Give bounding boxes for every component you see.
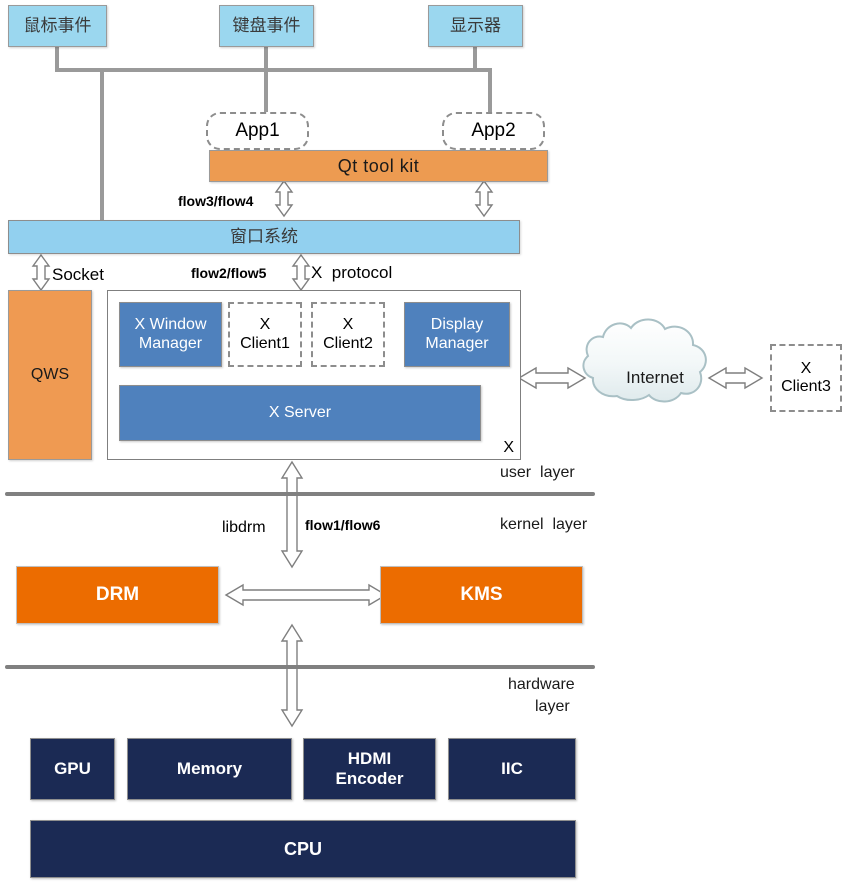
hardware-block-memory[interactable]: Memory <box>127 738 292 800</box>
internet-label-wrap: Internet <box>605 362 705 394</box>
hardware-block-hdmi-encoder[interactable]: HDMI Encoder <box>303 738 436 800</box>
x-window-manager-label-line2: Manager <box>138 334 203 352</box>
x-protocol-label: X protocol <box>311 263 393 282</box>
hardware-hdmi-label-line1: HDMI <box>347 749 392 769</box>
hardware-memory-label-line1: Memory <box>176 759 243 779</box>
internet-label: Internet <box>626 368 684 388</box>
arrow-internet-to-client3 <box>707 366 764 390</box>
hardware-iic-label-line1: IIC <box>501 759 523 779</box>
separator-kernel-hardware <box>5 665 595 669</box>
window-system-label: 窗口系统 <box>230 227 298 247</box>
drm-label: DRM <box>95 584 140 606</box>
x-server-box[interactable]: X Server <box>119 385 481 441</box>
drm-box[interactable]: DRM <box>16 566 219 624</box>
display-monitor-box[interactable]: 显示器 <box>428 5 523 47</box>
arrow-drm-to-kms <box>224 583 388 607</box>
x-client3-label-line2: Client3 <box>781 378 831 395</box>
x-window-manager-label-line1: X Window <box>134 316 207 334</box>
hardware-layer-label-line1: hardware <box>508 676 575 693</box>
diagram-canvas: 鼠标事件 键盘事件 显示器 App1 App2 Qt tool kit 窗口系统… <box>0 0 851 885</box>
kernel-layer-label: kernel layer <box>500 516 588 533</box>
flow1-flow6-label: flow1/flow6 <box>305 517 381 533</box>
user-layer-label: user layer <box>500 464 575 481</box>
hardware-block-iic[interactable]: IIC <box>448 738 576 800</box>
arrow-libdrm <box>280 460 304 569</box>
window-system-box[interactable]: 窗口系统 <box>8 220 520 254</box>
arrow-xbox-to-internet <box>517 366 587 390</box>
x-client1-label-line1: X <box>259 316 271 334</box>
kms-box[interactable]: KMS <box>380 566 583 624</box>
x-client3-box[interactable]: X Client3 <box>770 344 842 412</box>
x-client1-box[interactable]: X Client1 <box>228 302 302 367</box>
display-manager-box[interactable]: Display Manager <box>404 302 510 367</box>
hardware-gpu-label-line1: GPU <box>54 759 91 779</box>
flow3-flow4-label: flow3/flow4 <box>178 193 254 209</box>
qws-label: QWS <box>30 365 70 383</box>
hardware-cpu-label: CPU <box>283 838 322 859</box>
libdrm-label: libdrm <box>222 519 266 536</box>
x-client2-label-line1: X <box>342 316 354 334</box>
x-client1-label-line2: Client1 <box>240 334 290 352</box>
x-server-label: X Server <box>268 403 332 421</box>
arrow-qt-to-windowsystem-right <box>474 179 494 218</box>
qt-toolkit-box[interactable]: Qt tool kit <box>209 150 548 182</box>
kms-label: KMS <box>460 584 503 606</box>
separator-user-kernel <box>5 492 595 496</box>
arrow-x-protocol <box>291 253 311 292</box>
arrow-socket <box>31 253 51 292</box>
app1-node[interactable]: App1 <box>206 112 309 150</box>
hardware-hdmi-label-line2: Encoder <box>335 769 404 788</box>
keyboard-event-label: 键盘事件 <box>232 16 301 36</box>
app1-label: App1 <box>235 120 280 142</box>
x-client2-box[interactable]: X Client2 <box>311 302 385 367</box>
x-client3-label-line1: X <box>800 359 812 377</box>
hardware-layer-label-line2: layer <box>535 698 570 715</box>
arrow-kernel-to-hardware <box>280 623 304 728</box>
qws-box[interactable]: QWS <box>8 290 92 460</box>
arrow-qt-to-windowsystem-left <box>274 179 294 218</box>
x-system-corner-label: X <box>503 438 514 456</box>
hardware-block-cpu[interactable]: CPU <box>30 820 576 878</box>
keyboard-event-box[interactable]: 键盘事件 <box>219 5 314 47</box>
x-window-manager-box[interactable]: X Window Manager <box>119 302 222 367</box>
line-mouse-to-bus <box>55 45 492 72</box>
app2-label: App2 <box>471 120 516 142</box>
mouse-event-box[interactable]: 鼠标事件 <box>8 5 107 47</box>
display-manager-label-line1: Display <box>430 316 484 334</box>
flow2-flow5-label: flow2/flow5 <box>191 265 267 281</box>
mouse-event-label: 鼠标事件 <box>23 16 92 36</box>
hardware-block-gpu[interactable]: GPU <box>30 738 115 800</box>
socket-label: Socket <box>52 265 104 284</box>
display-monitor-label: 显示器 <box>450 16 501 36</box>
display-manager-label-line2: Manager <box>425 334 489 352</box>
x-client2-label-line2: Client2 <box>323 334 373 352</box>
app2-node[interactable]: App2 <box>442 112 545 150</box>
qt-toolkit-label: Qt tool kit <box>337 155 420 176</box>
